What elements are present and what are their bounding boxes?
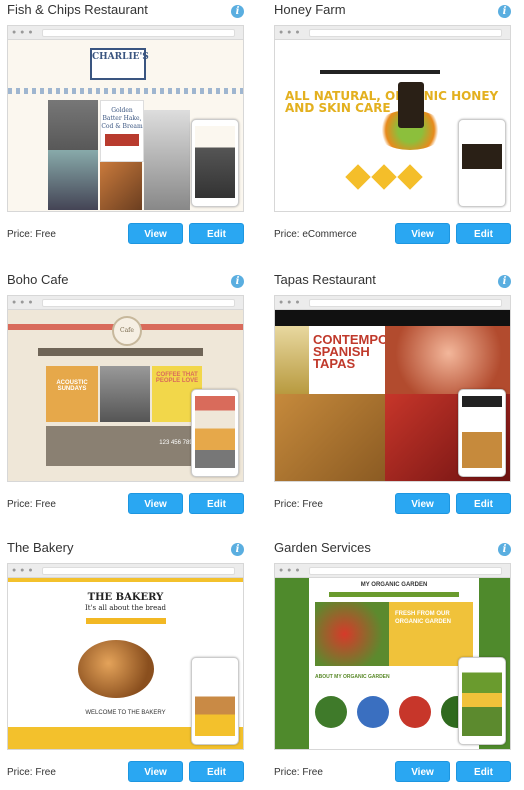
mobile-preview: [458, 119, 506, 207]
info-icon[interactable]: i: [498, 543, 511, 556]
price-label: Price: eCommerce: [274, 229, 357, 240]
info-icon[interactable]: i: [498, 5, 511, 18]
browser-bar: ● ● ●: [275, 26, 510, 40]
edit-button[interactable]: Edit: [456, 761, 511, 782]
template-title: Honey Farm: [274, 2, 346, 17]
edit-button[interactable]: Edit: [189, 493, 244, 514]
template-preview[interactable]: ● ● ● CONTEMPORARY SPANISH TAPAS: [274, 295, 511, 482]
info-icon[interactable]: i: [231, 275, 244, 288]
view-button[interactable]: View: [395, 493, 450, 514]
info-icon[interactable]: i: [231, 543, 244, 556]
template-card-boho-cafe: Boho Cafe i ● ● ● Cafe ACOUSTIC SUNDAYS …: [7, 272, 244, 522]
mobile-preview: [458, 389, 506, 477]
mobile-preview: [191, 657, 239, 745]
price-label: Price: Free: [7, 767, 56, 778]
template-preview[interactable]: ● ● ● CHARLIE'S Golden Batter Hake, Cod …: [7, 25, 244, 212]
view-button[interactable]: View: [128, 761, 183, 782]
mobile-preview: [191, 119, 239, 207]
view-button[interactable]: View: [128, 223, 183, 244]
view-button[interactable]: View: [395, 223, 450, 244]
template-card-bakery: The Bakery i ● ● ● THE BAKERY It's all a…: [7, 540, 244, 790]
browser-bar: ● ● ●: [8, 26, 243, 40]
template-title: Fish & Chips Restaurant: [7, 2, 148, 17]
info-icon[interactable]: i: [498, 275, 511, 288]
browser-bar: ● ● ●: [8, 564, 243, 578]
info-icon[interactable]: i: [231, 5, 244, 18]
template-title: Tapas Restaurant: [274, 272, 376, 287]
preview-about: ABOUT MY ORGANIC GARDEN: [315, 674, 390, 680]
template-card-honey-farm: Honey Farm i ● ● ● ALL NATURAL, ORGANIC …: [274, 2, 511, 252]
preview-title: MY ORGANIC GARDEN: [360, 582, 428, 588]
edit-button[interactable]: Edit: [456, 223, 511, 244]
template-preview[interactable]: ● ● ● ALL NATURAL, ORGANIC HONEY AND SKI…: [274, 25, 511, 212]
template-title: Boho Cafe: [7, 272, 69, 287]
template-title: The Bakery: [7, 540, 74, 555]
template-card-garden-services: Garden Services i ● ● ● MY ORGANIC GARDE…: [274, 540, 511, 790]
template-preview[interactable]: ● ● ● THE BAKERY It's all about the brea…: [7, 563, 244, 750]
edit-button[interactable]: Edit: [189, 761, 244, 782]
price-label: Price: Free: [274, 767, 323, 778]
preview-title: THE BAKERY: [87, 592, 164, 603]
preview-hero-text: FRESH FROM OUR ORGANIC GARDEN: [395, 611, 452, 625]
bread-image: [78, 640, 154, 698]
template-card-fish-chips: Fish & Chips Restaurant i ● ● ● CHARLIE'…: [7, 2, 244, 252]
template-card-tapas: Tapas Restaurant i ● ● ● CONTEMPORARY SP…: [274, 272, 511, 522]
template-title: Garden Services: [274, 540, 371, 555]
edit-button[interactable]: Edit: [189, 223, 244, 244]
price-label: Price: Free: [7, 229, 56, 240]
edit-button[interactable]: Edit: [456, 493, 511, 514]
preview-headline: CONTEMPORARY SPANISH TAPAS: [313, 332, 425, 371]
mobile-preview: [458, 657, 506, 745]
view-button[interactable]: View: [128, 493, 183, 514]
price-label: Price: Free: [7, 499, 56, 510]
mobile-preview: [191, 389, 239, 477]
browser-bar: ● ● ●: [8, 296, 243, 310]
preview-subtitle: It's all about the bread: [85, 604, 166, 612]
view-button[interactable]: View: [395, 761, 450, 782]
browser-bar: ● ● ●: [275, 296, 510, 310]
preview-logo: Cafe: [112, 316, 142, 346]
template-preview[interactable]: ● ● ● Cafe ACOUSTIC SUNDAYS COFFEE THAT …: [7, 295, 244, 482]
price-label: Price: Free: [274, 499, 323, 510]
template-preview[interactable]: ● ● ● MY ORGANIC GARDEN FRESH FROM OUR O…: [274, 563, 511, 750]
preview-tagline: Golden Batter Hake, Cod & Bream: [101, 107, 143, 130]
browser-bar: ● ● ●: [275, 564, 510, 578]
preview-logo: CHARLIE'S: [90, 48, 149, 80]
